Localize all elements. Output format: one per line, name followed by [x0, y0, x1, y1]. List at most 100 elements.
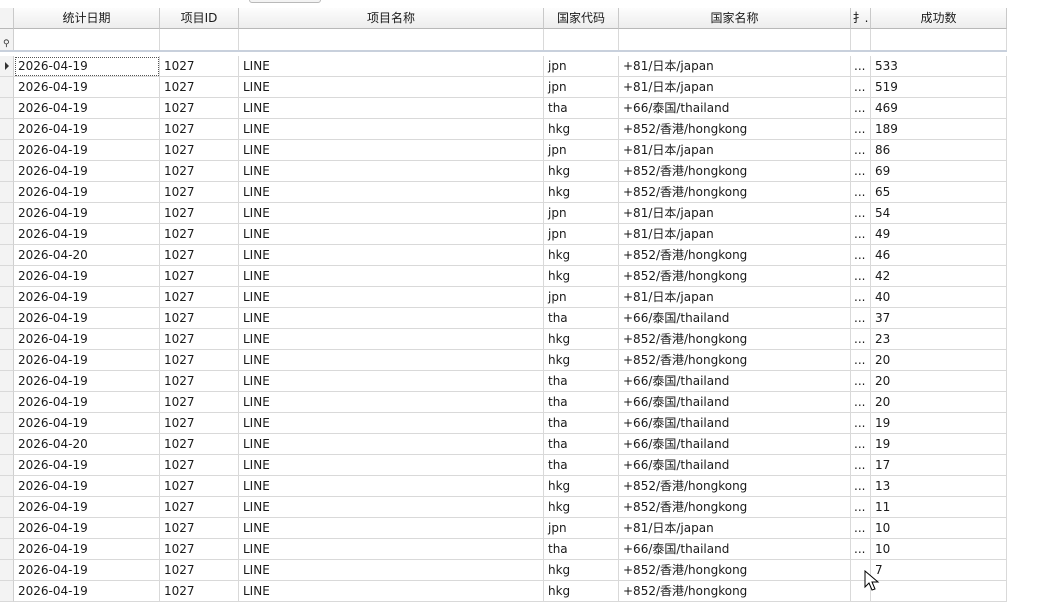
cell-date[interactable]: 2026-04-19	[14, 161, 160, 182]
cell-truncated[interactable]: ...	[851, 245, 871, 266]
cell-date[interactable]: 2026-04-19	[14, 497, 160, 518]
table-row[interactable]: 2026-04-19 1027 LINE tha +66/泰国/thailand... 1…	[0, 455, 1007, 476]
table-row[interactable]: 2026-04-19 1027 LINE hkg +852/香港/hongkong...…	[0, 266, 1007, 287]
cell-date[interactable]: 2026-04-19	[14, 539, 160, 560]
cell-date[interactable]: 2026-04-19	[14, 98, 160, 119]
cell-project-name[interactable]: LINE	[239, 581, 544, 602]
cell-country-code[interactable]: hkg	[544, 329, 619, 350]
cell-date[interactable]: 2026-04-19	[14, 560, 160, 581]
column-header-country-name[interactable]: 国家名称	[619, 8, 851, 29]
cell-success-count[interactable]: 19	[871, 434, 1007, 455]
cell-country-code[interactable]: hkg	[544, 476, 619, 497]
cell-project-id[interactable]: 1027	[160, 329, 239, 350]
column-header-project-name[interactable]: 项目名称	[239, 8, 544, 29]
cell-country-name[interactable]: +81/日本/japan	[619, 140, 851, 161]
cell-country-name[interactable]: +81/日本/japan	[619, 77, 851, 98]
cell-project-name[interactable]: LINE	[239, 224, 544, 245]
row-indicator[interactable]	[0, 308, 14, 329]
filter-cell-date[interactable]	[14, 29, 160, 50]
table-row[interactable]: 2026-04-19 1027 LINE hkg +852/香港/hongkong...…	[0, 329, 1007, 350]
cell-truncated[interactable]: ...	[851, 518, 871, 539]
cell-success-count[interactable]: 37	[871, 308, 1007, 329]
cell-truncated[interactable]: ...	[851, 350, 871, 371]
table-row[interactable]: 2026-04-19 1027 LINE hkg +852/香港/hongkong...…	[0, 161, 1007, 182]
cell-truncated[interactable]: ...	[851, 140, 871, 161]
cell-project-id[interactable]: 1027	[160, 56, 239, 77]
cell-success-count[interactable]	[871, 581, 1007, 602]
table-row[interactable]: 2026-04-19 1027 LINE tha +66/泰国/thailand... 3…	[0, 308, 1007, 329]
cell-date[interactable]: 2026-04-19	[14, 455, 160, 476]
row-indicator[interactable]	[0, 497, 14, 518]
cell-success-count[interactable]: 13	[871, 476, 1007, 497]
table-row[interactable]: 2026-04-19 1027 LINE hkg +852/香港/hongkong...…	[0, 182, 1007, 203]
cell-success-count[interactable]: 10	[871, 518, 1007, 539]
toolbar-button[interactable]	[249, 0, 321, 3]
row-indicator[interactable]	[0, 476, 14, 497]
cell-success-count[interactable]: 7	[871, 560, 1007, 581]
cell-truncated[interactable]: ...	[851, 77, 871, 98]
cell-country-code[interactable]: jpn	[544, 203, 619, 224]
cell-project-id[interactable]: 1027	[160, 287, 239, 308]
table-row[interactable]: 2026-04-19 1027 LINE jpn +81/日本/japan... 40	[0, 287, 1007, 308]
cell-success-count[interactable]: 20	[871, 371, 1007, 392]
cell-project-id[interactable]: 1027	[160, 140, 239, 161]
cell-country-code[interactable]: tha	[544, 392, 619, 413]
cell-success-count[interactable]: 54	[871, 203, 1007, 224]
filter-cell-success-count[interactable]	[871, 29, 1007, 50]
row-indicator[interactable]	[0, 413, 14, 434]
row-indicator[interactable]	[0, 518, 14, 539]
cell-success-count[interactable]: 20	[871, 350, 1007, 371]
row-indicator[interactable]	[0, 161, 14, 182]
cell-truncated[interactable]: ...	[851, 98, 871, 119]
cell-country-name[interactable]: +852/香港/hongkong	[619, 161, 851, 182]
cell-date[interactable]: 2026-04-19	[14, 329, 160, 350]
cell-truncated[interactable]: ...	[851, 413, 871, 434]
table-row[interactable]: 2026-04-19 1027 LINE jpn +81/日本/japan... 86	[0, 140, 1007, 161]
cell-country-name[interactable]: +81/日本/japan	[619, 56, 851, 77]
cell-project-name[interactable]: LINE	[239, 476, 544, 497]
cell-country-code[interactable]: hkg	[544, 581, 619, 602]
cell-country-name[interactable]: +81/日本/japan	[619, 224, 851, 245]
table-row[interactable]: 2026-04-19 1027 LINE jpn +81/日本/japan... 533	[0, 56, 1007, 77]
cell-project-name[interactable]: LINE	[239, 308, 544, 329]
filter-cell-truncated[interactable]	[851, 29, 871, 50]
cell-country-name[interactable]: +852/香港/hongkong	[619, 119, 851, 140]
row-indicator[interactable]	[0, 203, 14, 224]
cell-date[interactable]: 2026-04-19	[14, 287, 160, 308]
cell-country-code[interactable]: hkg	[544, 161, 619, 182]
column-header-truncated[interactable]: 扌.	[851, 8, 871, 29]
cell-project-name[interactable]: LINE	[239, 266, 544, 287]
cell-country-code[interactable]: jpn	[544, 56, 619, 77]
cell-country-code[interactable]: hkg	[544, 350, 619, 371]
cell-date[interactable]: 2026-04-19	[14, 119, 160, 140]
cell-country-name[interactable]: +66/泰国/thailand	[619, 434, 851, 455]
table-row[interactable]: 2026-04-19 1027 LINE tha +66/泰国/thailand... 4…	[0, 98, 1007, 119]
row-indicator[interactable]	[0, 350, 14, 371]
cell-country-name[interactable]: +66/泰国/thailand	[619, 98, 851, 119]
table-row[interactable]: 2026-04-19 1027 LINE tha +66/泰国/thailand... 2…	[0, 371, 1007, 392]
cell-truncated[interactable]: ...	[851, 434, 871, 455]
cell-project-name[interactable]: LINE	[239, 539, 544, 560]
cell-success-count[interactable]: 65	[871, 182, 1007, 203]
row-indicator[interactable]	[0, 287, 14, 308]
cell-country-code[interactable]: jpn	[544, 77, 619, 98]
table-row[interactable]: 2026-04-19 1027 LINE tha +66/泰国/thailand... 1…	[0, 539, 1007, 560]
cell-project-id[interactable]: 1027	[160, 476, 239, 497]
cell-truncated[interactable]: ...	[851, 161, 871, 182]
column-header-success-count[interactable]: 成功数	[871, 8, 1007, 29]
cell-country-code[interactable]: tha	[544, 371, 619, 392]
cell-project-id[interactable]: 1027	[160, 266, 239, 287]
cell-project-id[interactable]: 1027	[160, 245, 239, 266]
cell-truncated[interactable]: ...	[851, 119, 871, 140]
cell-truncated[interactable]: ...	[851, 476, 871, 497]
cell-success-count[interactable]: 49	[871, 224, 1007, 245]
cell-project-id[interactable]: 1027	[160, 371, 239, 392]
table-row[interactable]: 2026-04-19 1027 LINE hkg +852/香港/hongkong...…	[0, 119, 1007, 140]
table-row[interactable]: 2026-04-19 1027 LINE tha +66/泰国/thailand... 2…	[0, 392, 1007, 413]
cell-country-name[interactable]: +852/香港/hongkong	[619, 182, 851, 203]
row-indicator[interactable]	[0, 119, 14, 140]
cell-country-code[interactable]: tha	[544, 308, 619, 329]
column-header-date[interactable]: 统计日期	[14, 8, 160, 29]
table-row[interactable]: 2026-04-19 1027 LINE jpn +81/日本/japan... 54	[0, 203, 1007, 224]
cell-truncated[interactable]: ...	[851, 203, 871, 224]
